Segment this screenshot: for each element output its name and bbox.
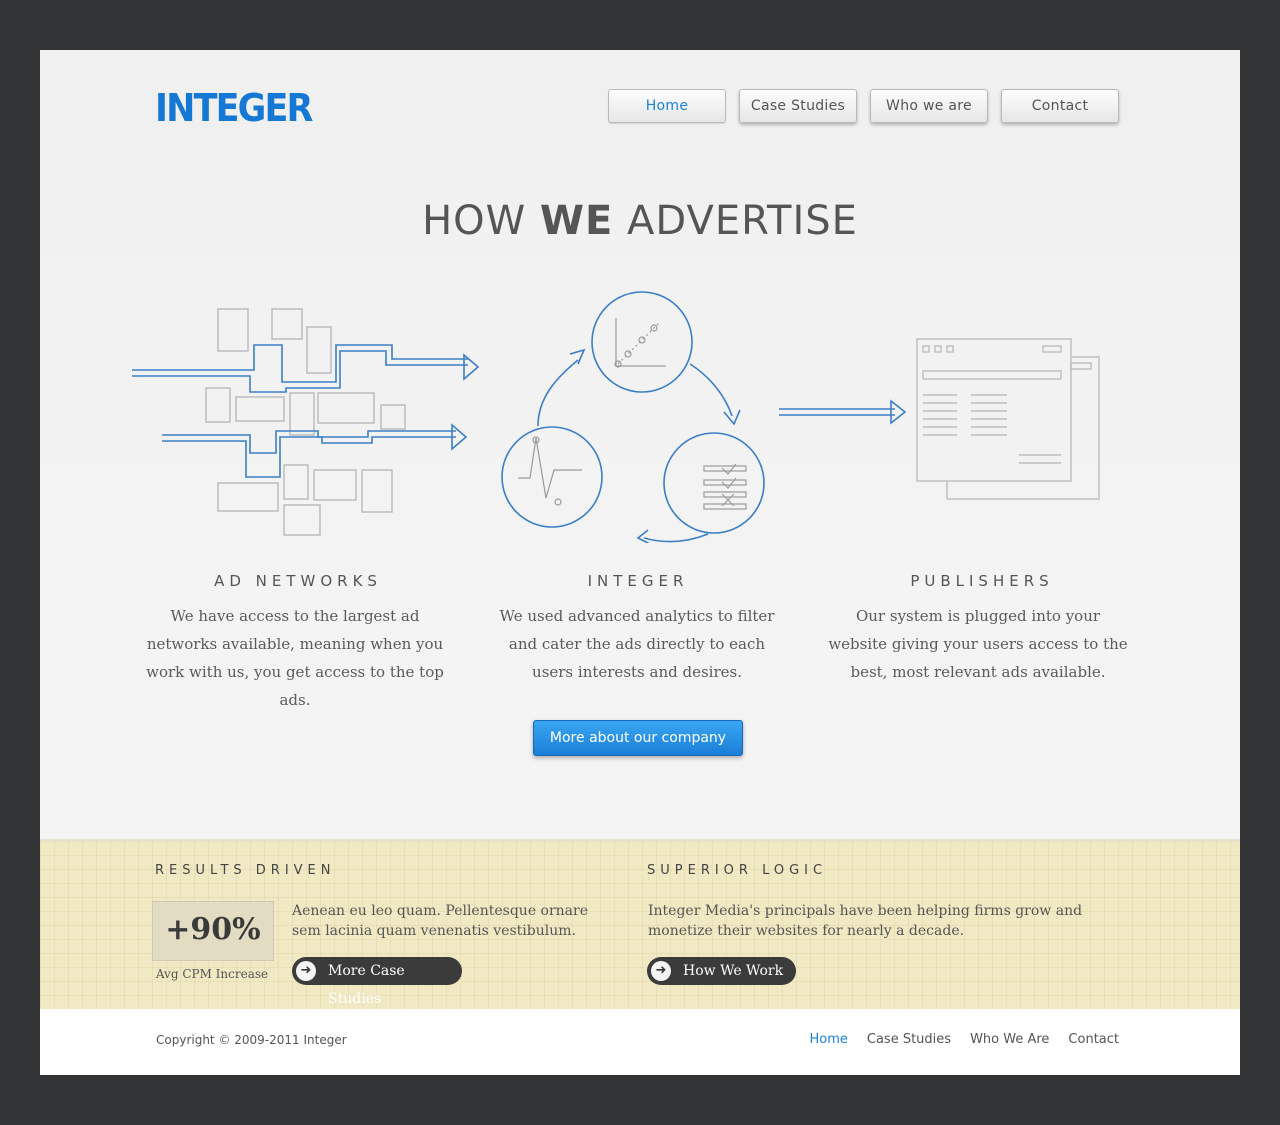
superior-logic-text: Integer Media's principals have been hel… xyxy=(648,903,1083,939)
ad-networks-illustration xyxy=(132,308,480,536)
footer-link-case-studies[interactable]: Case Studies xyxy=(867,1032,951,1047)
results-driven-title: RESULTS DRIVEN xyxy=(155,863,336,878)
hero-title-post: ADVERTISE xyxy=(613,198,858,244)
col-ad-networks-title: AD NETWORKS xyxy=(214,572,382,590)
logo[interactable]: INTEGER xyxy=(155,86,313,130)
copyright: Copyright © 2009-2011 Integer xyxy=(156,1033,347,1047)
col-integer-title: INTEGER xyxy=(587,572,689,590)
footer: Copyright © 2009-2011 Integer Home Case … xyxy=(40,1009,1240,1075)
hero-title-pre: HOW xyxy=(422,198,540,244)
superior-logic-title: SUPERIOR LOGIC xyxy=(647,863,828,878)
arrow-right-icon: ➜ xyxy=(651,961,671,981)
nav-who-we-are[interactable]: Who we are xyxy=(870,89,988,123)
nav-home[interactable]: Home xyxy=(608,89,726,123)
col-ad-networks-text: We have access to the largest ad network… xyxy=(146,607,444,709)
hero-title-bold: WE xyxy=(539,198,614,244)
results-driven-text: Aenean eu leo quam. Pellentesque ornare … xyxy=(292,903,589,939)
hero-title: HOW WE ADVERTISE xyxy=(40,198,1240,244)
more-about-company-button[interactable]: More about our company xyxy=(533,720,743,756)
more-case-studies-button[interactable]: ➜ More Case Studies xyxy=(292,957,462,1007)
publishers-illustration xyxy=(779,338,1100,500)
col-publishers-title: PUBLISHERS xyxy=(910,572,1054,590)
stat-label: Avg CPM Increase xyxy=(155,967,269,981)
footer-link-who-we-are[interactable]: Who We Are xyxy=(970,1032,1049,1047)
footer-link-contact[interactable]: Contact xyxy=(1068,1032,1119,1047)
nav-case-studies[interactable]: Case Studies xyxy=(739,89,857,123)
arrow-right-icon: ➜ xyxy=(296,961,316,981)
features-band: RESULTS DRIVEN +90% Avg CPM Increase Aen… xyxy=(40,839,1240,1011)
footer-link-home[interactable]: Home xyxy=(810,1032,848,1047)
main-nav: Home Case Studies Who we are Contact xyxy=(608,89,1119,123)
how-we-work-button[interactable]: ➜ How We Work xyxy=(647,957,796,985)
page-container: INTEGER Home Case Studies Who we are Con… xyxy=(40,50,1240,1075)
col-integer-text: We used advanced analytics to filter and… xyxy=(499,607,775,681)
col-publishers-text: Our system is plugged into your website … xyxy=(828,607,1128,681)
integer-cycle-illustration xyxy=(501,291,765,543)
nav-contact[interactable]: Contact xyxy=(1001,89,1119,123)
how-we-work-label: How We Work xyxy=(683,963,784,979)
footer-nav: Home Case Studies Who We Are Contact xyxy=(791,1032,1120,1047)
stat-box: +90% xyxy=(152,901,274,961)
more-case-studies-label: More Case Studies xyxy=(328,963,405,1007)
